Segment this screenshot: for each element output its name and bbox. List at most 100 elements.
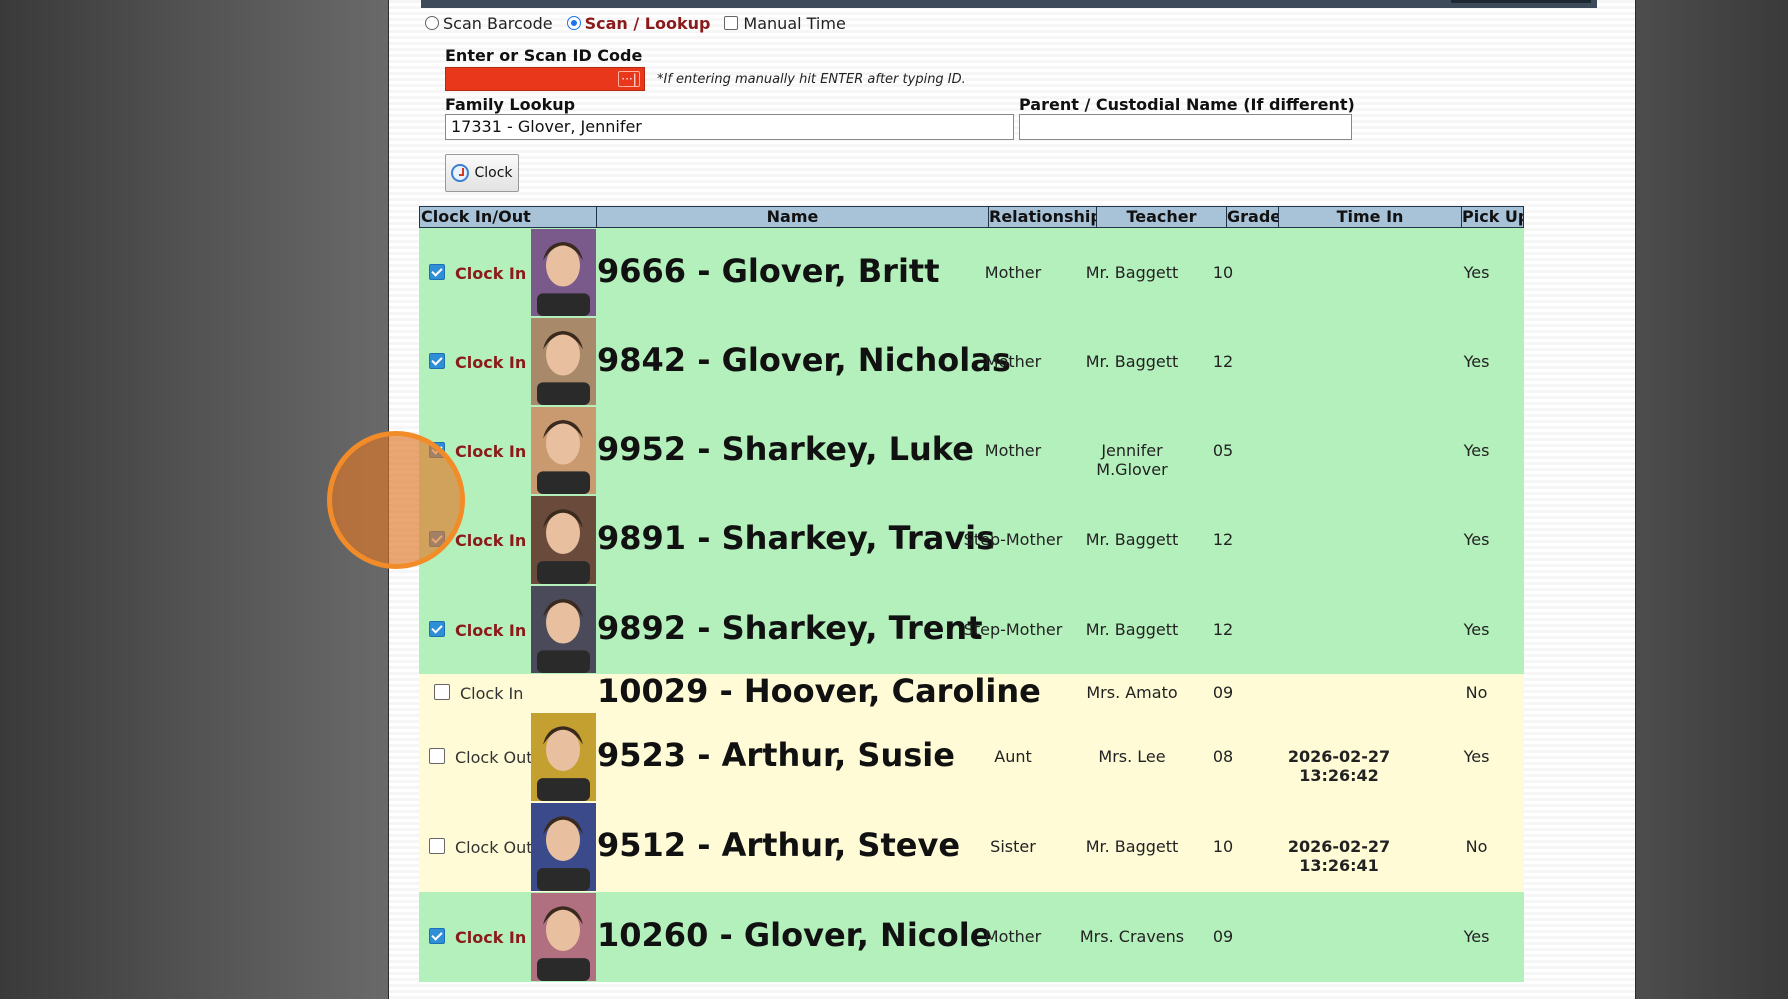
grade-cell: 09 <box>1212 927 1234 946</box>
student-photo <box>531 713 596 801</box>
pickup-cell: Yes <box>1463 440 1490 460</box>
mode-scan-barcode-label: Scan Barcode <box>443 13 553 33</box>
family-lookup-label: Family Lookup <box>445 95 576 114</box>
clock-icon <box>451 164 470 182</box>
student-name: 9892 - Sharkey, Trent <box>597 608 983 647</box>
id-code-input[interactable]: ···| <box>445 67 645 91</box>
student-photo <box>531 407 596 494</box>
clock-checkbox[interactable] <box>429 748 445 764</box>
mode-scan-barcode[interactable]: Scan Barcode <box>425 14 553 33</box>
clock-action-label[interactable]: Clock In <box>455 531 526 550</box>
clock-checkbox[interactable] <box>429 620 445 637</box>
table-row: Clock Out 9512 - Arthur, Steve Sister Mr… <box>419 802 1524 892</box>
header-time-in[interactable]: Time In <box>1279 207 1462 227</box>
teacher-cell: Mr. Baggett <box>1085 262 1179 282</box>
header-teacher[interactable]: Teacher <box>1097 207 1227 227</box>
checkbox-manual-time[interactable] <box>724 16 739 30</box>
pickup-cell: Yes <box>1463 619 1490 639</box>
clock-checkbox[interactable] <box>429 263 445 280</box>
mode-manual-time-label: Manual Time <box>743 13 846 33</box>
student-name: 9666 - Glover, Britt <box>597 251 940 290</box>
relationship-cell: Aunt <box>994 747 1032 766</box>
student-photo <box>531 496 596 584</box>
clock-action-label[interactable]: Clock In <box>455 928 526 947</box>
clock-checkbox[interactable] <box>429 928 445 944</box>
relationship-cell: Sister <box>990 837 1036 856</box>
pickup-cell: No <box>1465 837 1488 856</box>
header-pickup[interactable]: Pick Up <box>1462 207 1523 227</box>
id-code-hint: *If entering manually hit ENTER after ty… <box>657 72 966 87</box>
student-photo <box>531 586 596 673</box>
grade-cell: 09 <box>1212 683 1234 702</box>
grade-cell: 05 <box>1212 440 1234 460</box>
header-grade[interactable]: Grade <box>1227 207 1279 227</box>
top-bar-segment <box>1451 0 1591 3</box>
header-name[interactable]: Name <box>597 207 989 227</box>
header-clock[interactable]: Clock In/Out <box>420 207 597 227</box>
teacher-cell: Jennifer M.Glover <box>1096 440 1168 479</box>
table-row: Clock In 9892 - Sharkey, Trent Step-Moth… <box>419 585 1524 674</box>
clock-action-label[interactable]: Clock In <box>455 621 526 640</box>
table-row: Clock In 9842 - Glover, Nicholas Mother … <box>419 317 1524 406</box>
pickup-cell: Yes <box>1463 351 1490 371</box>
teacher-cell: Mr. Baggett <box>1085 619 1179 639</box>
mode-manual-time[interactable]: Manual Time <box>724 13 846 33</box>
teacher-cell: Mr. Baggett <box>1085 351 1179 371</box>
clock-checkbox[interactable] <box>429 352 445 369</box>
relationship-cell: Step-Mother <box>963 619 1063 639</box>
relationship-cell: Mother <box>984 262 1042 282</box>
pickup-cell: No <box>1465 683 1488 702</box>
student-name: 10029 - Hoover, Caroline <box>597 672 1041 710</box>
main-panel: Scan Barcode Scan / Lookup Manual Time E… <box>388 0 1636 999</box>
family-lookup-input[interactable]: 17331 - Glover, Jennifer <box>445 114 1014 140</box>
relationship-cell: Step-Mother <box>963 530 1063 549</box>
relationship-cell: Mother <box>984 351 1042 371</box>
radio-scan-barcode[interactable] <box>425 16 439 30</box>
student-name: 9523 - Arthur, Susie <box>597 736 955 774</box>
time-in-cell: 2026-02-27 13:26:41 <box>1287 837 1391 875</box>
mode-scan-lookup[interactable]: Scan / Lookup <box>566 13 711 33</box>
clock-checkbox[interactable] <box>429 838 445 854</box>
grade-cell: 12 <box>1212 619 1234 639</box>
relationship-cell: Mother <box>984 440 1042 460</box>
student-name: 10260 - Glover, Nicole <box>597 916 992 954</box>
table-row: Clock In 9666 - Glover, Britt Mother Mr.… <box>419 228 1524 317</box>
student-name: 9891 - Sharkey, Travis <box>597 519 996 557</box>
header-relationship[interactable]: Relationship <box>989 207 1097 227</box>
student-photo <box>531 803 596 891</box>
cursor-highlight <box>327 431 465 569</box>
grade-cell: 10 <box>1212 262 1234 282</box>
teacher-cell: Mrs. Amato <box>1086 683 1178 702</box>
clock-action-label[interactable]: Clock Out <box>455 838 533 857</box>
pickup-cell: Yes <box>1463 747 1490 766</box>
pickup-cell: Yes <box>1463 262 1490 282</box>
grade-cell: 12 <box>1212 530 1234 549</box>
teacher-cell: Mr. Baggett <box>1085 530 1179 549</box>
parent-name-input[interactable] <box>1019 114 1352 140</box>
top-bar <box>421 0 1597 8</box>
parent-name-label: Parent / Custodial Name (If different) <box>1019 95 1355 114</box>
student-photo <box>531 893 596 981</box>
pickup-cell: Yes <box>1463 927 1490 946</box>
time-in-cell: 2026-02-27 13:26:42 <box>1287 747 1391 785</box>
grade-cell: 08 <box>1212 747 1234 766</box>
clock-button-label: Clock <box>474 165 513 181</box>
relationship-cell: Mother <box>984 927 1042 946</box>
teacher-cell: Mrs. Lee <box>1098 747 1166 766</box>
clock-action-label[interactable]: Clock In <box>455 264 526 283</box>
ellipsis-icon[interactable]: ···| <box>618 71 640 87</box>
clock-checkbox[interactable] <box>434 684 450 700</box>
teacher-cell: Mr. Baggett <box>1085 837 1179 856</box>
table-row: Clock In 10260 - Glover, Nicole Mother M… <box>419 892 1524 982</box>
student-name: 9952 - Sharkey, Luke <box>597 429 974 468</box>
clock-action-label[interactable]: Clock In <box>455 442 526 461</box>
clock-button[interactable]: Clock <box>445 154 519 192</box>
mode-scan-lookup-label: Scan / Lookup <box>584 13 711 33</box>
grade-cell: 10 <box>1212 837 1234 856</box>
clock-action-label[interactable]: Clock In <box>460 684 523 703</box>
mode-selector: Scan Barcode Scan / Lookup Manual Time <box>425 12 860 34</box>
student-name: 9842 - Glover, Nicholas <box>597 340 1011 379</box>
clock-action-label[interactable]: Clock In <box>455 353 526 372</box>
radio-scan-lookup[interactable] <box>566 16 581 30</box>
clock-action-label[interactable]: Clock Out <box>455 748 533 767</box>
